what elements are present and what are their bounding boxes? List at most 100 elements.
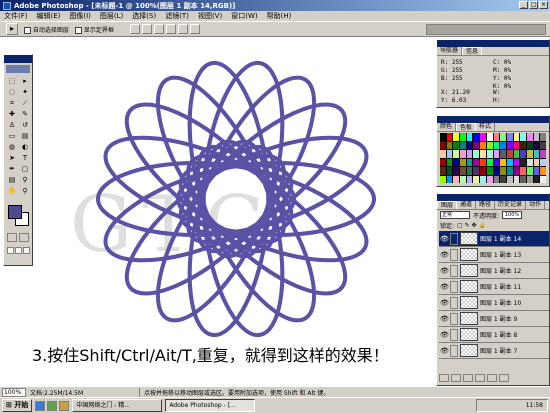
zoom-field[interactable]: 100% [2, 387, 26, 397]
swatch[interactable] [466, 175, 473, 183]
show-bbox-checkbox[interactable] [74, 26, 82, 34]
swatch[interactable] [480, 175, 486, 183]
eyedropper-icon[interactable]: ⚲ [19, 175, 31, 185]
swatch[interactable] [506, 141, 513, 149]
menu-window[interactable]: 窗口(W) [231, 11, 257, 21]
tab-color[interactable]: 颜色 [437, 123, 457, 131]
eye-icon[interactable]: 👁 [440, 267, 449, 275]
gradient-tool-icon[interactable]: ▤ [19, 131, 31, 141]
new-layer-icon[interactable] [487, 374, 497, 382]
screen-mode-standard[interactable] [7, 247, 14, 254]
brush-link-icon[interactable] [450, 328, 458, 341]
swatch[interactable] [446, 158, 453, 166]
screen-mode-menu[interactable] [15, 247, 22, 254]
swatch[interactable] [526, 175, 533, 183]
layer-row[interactable]: 👁 图层 1 副本 7 [439, 343, 549, 359]
delete-layer-icon[interactable] [499, 374, 509, 382]
swatch[interactable] [526, 141, 533, 149]
swatch[interactable] [500, 133, 506, 141]
brush-tool-icon[interactable]: ✎ [19, 109, 31, 119]
swatches-panel-header[interactable] [437, 116, 549, 123]
swatch[interactable] [540, 175, 546, 183]
swatch[interactable] [473, 175, 480, 183]
swatch[interactable] [493, 167, 500, 175]
move-tool-icon[interactable]: ▸ [6, 23, 18, 35]
swatch[interactable] [506, 158, 513, 166]
brush-link-icon[interactable] [450, 296, 458, 309]
eye-icon[interactable]: 👁 [440, 299, 449, 307]
swatch[interactable] [453, 175, 460, 183]
swatch[interactable] [526, 158, 533, 166]
swatch[interactable] [480, 141, 486, 149]
swatch[interactable] [520, 158, 526, 166]
tab-history[interactable]: 历史记录 [495, 201, 527, 209]
foreground-color-swatch[interactable] [8, 205, 22, 219]
blend-mode-select[interactable]: 正常 [440, 211, 470, 219]
swatch[interactable] [440, 150, 446, 158]
lock-icons[interactable]: ▢ ✎ ✥ 🔒 [457, 222, 486, 229]
swatch[interactable] [453, 150, 460, 158]
swatch[interactable] [533, 167, 540, 175]
swatch[interactable] [500, 158, 506, 166]
quick-launch-ie-icon[interactable] [35, 400, 46, 411]
swatch[interactable] [526, 167, 533, 175]
swatch[interactable] [493, 141, 500, 149]
swatch[interactable] [460, 141, 466, 149]
doc-size[interactable]: 文档:2.25M/14.5M [30, 387, 140, 397]
swatch[interactable] [473, 158, 480, 166]
menu-view[interactable]: 视图(V) [198, 11, 222, 21]
swatch[interactable] [453, 133, 460, 141]
swatch[interactable] [493, 133, 500, 141]
eye-icon[interactable]: 👁 [440, 347, 449, 355]
swatch[interactable] [540, 167, 546, 175]
swatch[interactable] [500, 175, 506, 183]
swatch[interactable] [506, 150, 513, 158]
swatch[interactable] [506, 133, 513, 141]
menu-edit[interactable]: 编辑(E) [37, 11, 61, 21]
tab-swatches[interactable]: 色板 [456, 123, 477, 131]
swatch[interactable] [486, 167, 493, 175]
swatch[interactable] [446, 150, 453, 158]
layers-panel-header[interactable] [437, 194, 549, 201]
toolbox-header[interactable] [4, 55, 32, 63]
history-brush-icon[interactable]: ↺ [19, 120, 31, 130]
path-select-icon[interactable]: ➤ [6, 153, 18, 163]
swatch[interactable] [540, 141, 546, 149]
new-set-icon[interactable] [463, 374, 473, 382]
swatch[interactable] [466, 167, 473, 175]
menu-file[interactable]: 文件(F) [4, 11, 28, 21]
menu-layer[interactable]: 图层(L) [100, 11, 123, 21]
swatch[interactable] [533, 133, 540, 141]
swatch[interactable] [466, 141, 473, 149]
menu-select[interactable]: 选择(S) [132, 11, 156, 21]
lasso-tool-icon[interactable]: ◌ [6, 87, 18, 97]
eye-icon[interactable]: 👁 [440, 283, 449, 291]
swatch[interactable] [540, 158, 546, 166]
swatch[interactable] [446, 167, 453, 175]
swatch[interactable] [533, 158, 540, 166]
auto-select-checkbox[interactable] [24, 26, 31, 34]
swatch[interactable] [486, 158, 493, 166]
swatch[interactable] [513, 158, 520, 166]
swatch[interactable] [446, 133, 453, 141]
eye-icon[interactable]: 👁 [440, 251, 449, 259]
swatch[interactable] [486, 150, 493, 158]
swatch[interactable] [506, 167, 513, 175]
swatch[interactable] [533, 175, 540, 183]
swatch[interactable] [486, 141, 493, 149]
auto-select-option[interactable]: 自动选择图层 [24, 25, 69, 34]
task-photoshop[interactable]: Adobe Photoshop - [... [165, 399, 256, 412]
swatch[interactable] [520, 141, 526, 149]
swatch[interactable] [460, 158, 466, 166]
swatch[interactable] [520, 167, 526, 175]
brush-link-icon[interactable] [450, 280, 458, 293]
layer-row[interactable]: 👁 图层 1 副本 11 [439, 279, 549, 295]
swatch[interactable] [520, 175, 526, 183]
show-bbox-option[interactable]: 显示定界框 [74, 25, 114, 34]
stamp-tool-icon[interactable]: ♙ [6, 120, 18, 130]
close-button[interactable]: × [539, 1, 548, 9]
maximize-button[interactable]: □ [529, 1, 538, 9]
swatch[interactable] [513, 141, 520, 149]
swatch[interactable] [466, 150, 473, 158]
opacity-field[interactable]: 100% [502, 211, 523, 219]
